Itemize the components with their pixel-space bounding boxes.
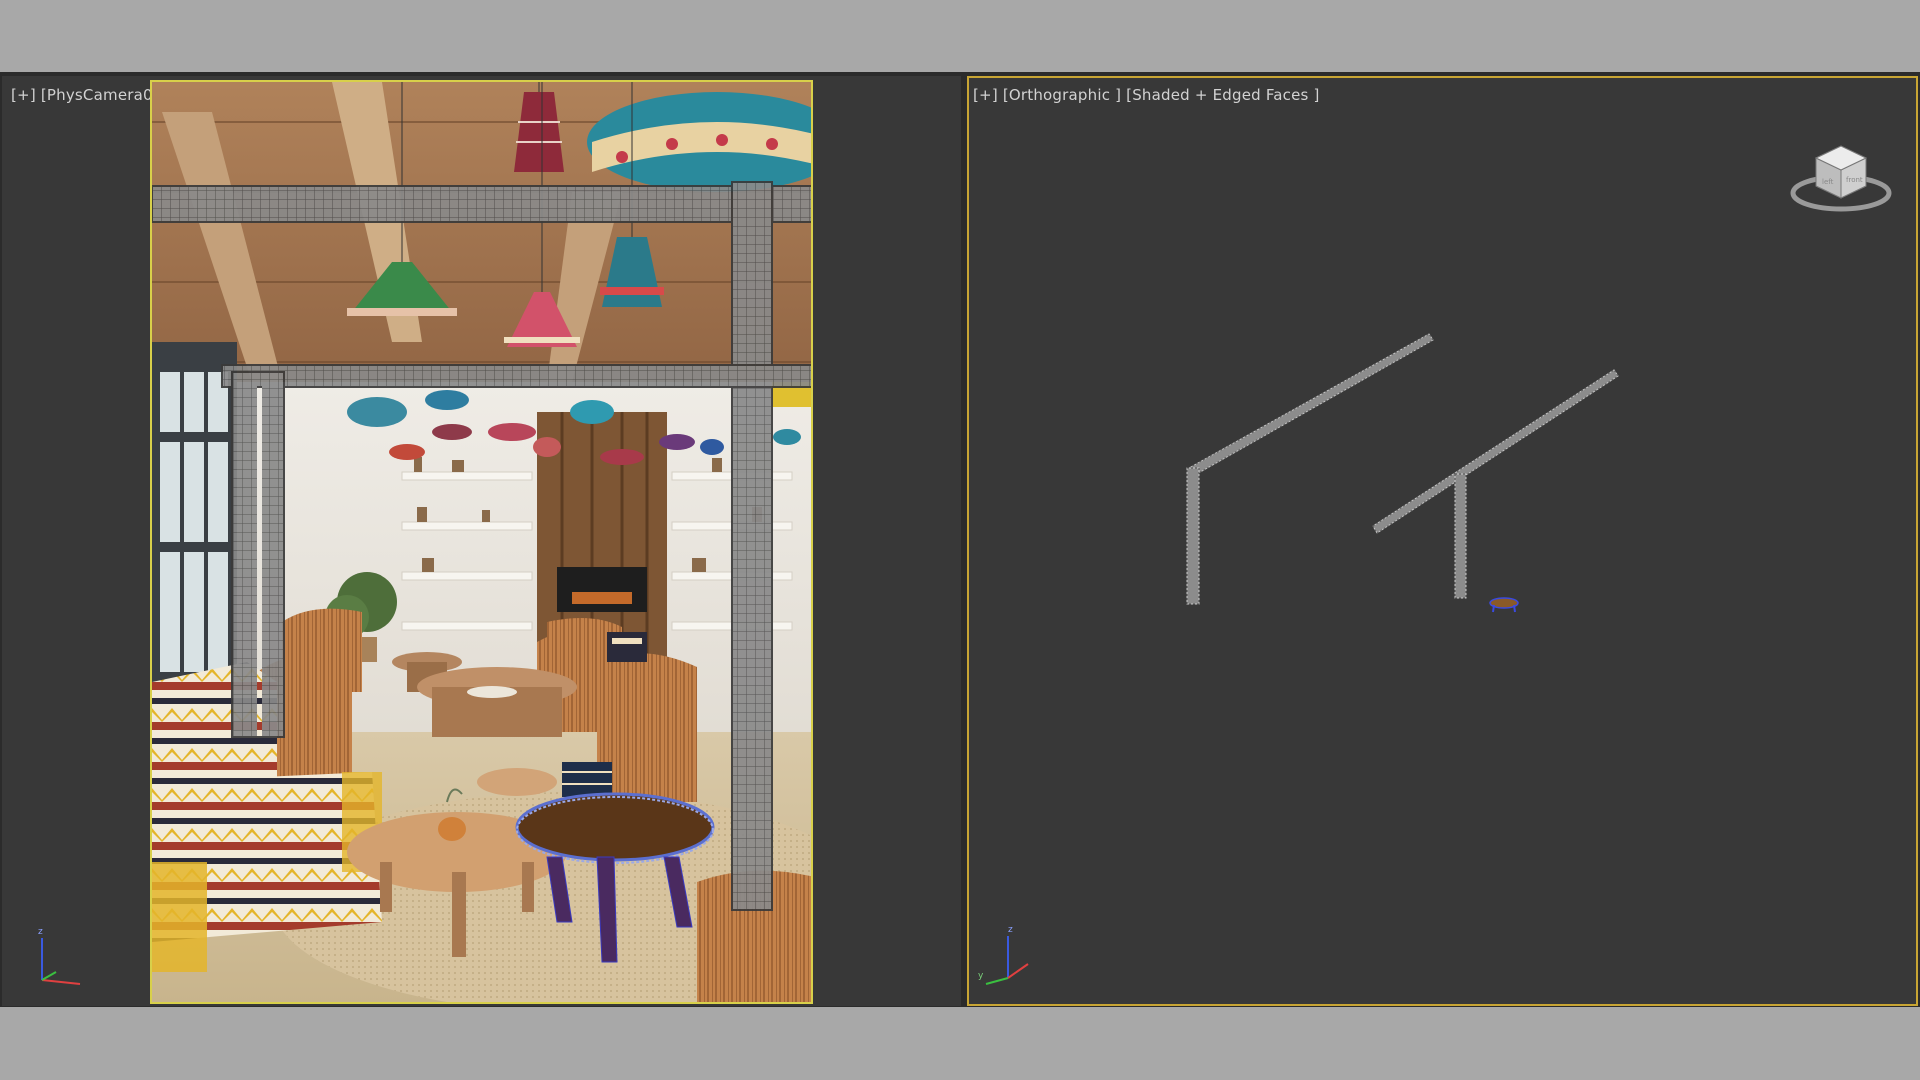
selected-table-object bbox=[1489, 597, 1519, 613]
camera-safe-frame bbox=[150, 80, 813, 1004]
orthographic-scene bbox=[1186, 333, 1619, 613]
axis-tripod-icon: z y bbox=[978, 925, 1029, 985]
bottom-band bbox=[0, 1007, 1920, 1080]
svg-text:y: y bbox=[978, 971, 984, 981]
camera-viewport[interactable]: [+] [PhysCamera001 ] z bbox=[2, 76, 961, 1006]
orthographic-viewport[interactable]: [+] [Orthographic ] [Shaded + Edged Face… bbox=[967, 76, 1918, 1006]
svg-text:z: z bbox=[1008, 925, 1013, 935]
camera-render-image bbox=[152, 82, 811, 1002]
beam-mesh-2 bbox=[1372, 369, 1619, 599]
svg-text:z: z bbox=[38, 927, 43, 937]
axis-tripod-icon: z bbox=[38, 927, 81, 985]
top-band bbox=[0, 0, 1920, 72]
beam-mesh-1 bbox=[1186, 333, 1434, 605]
